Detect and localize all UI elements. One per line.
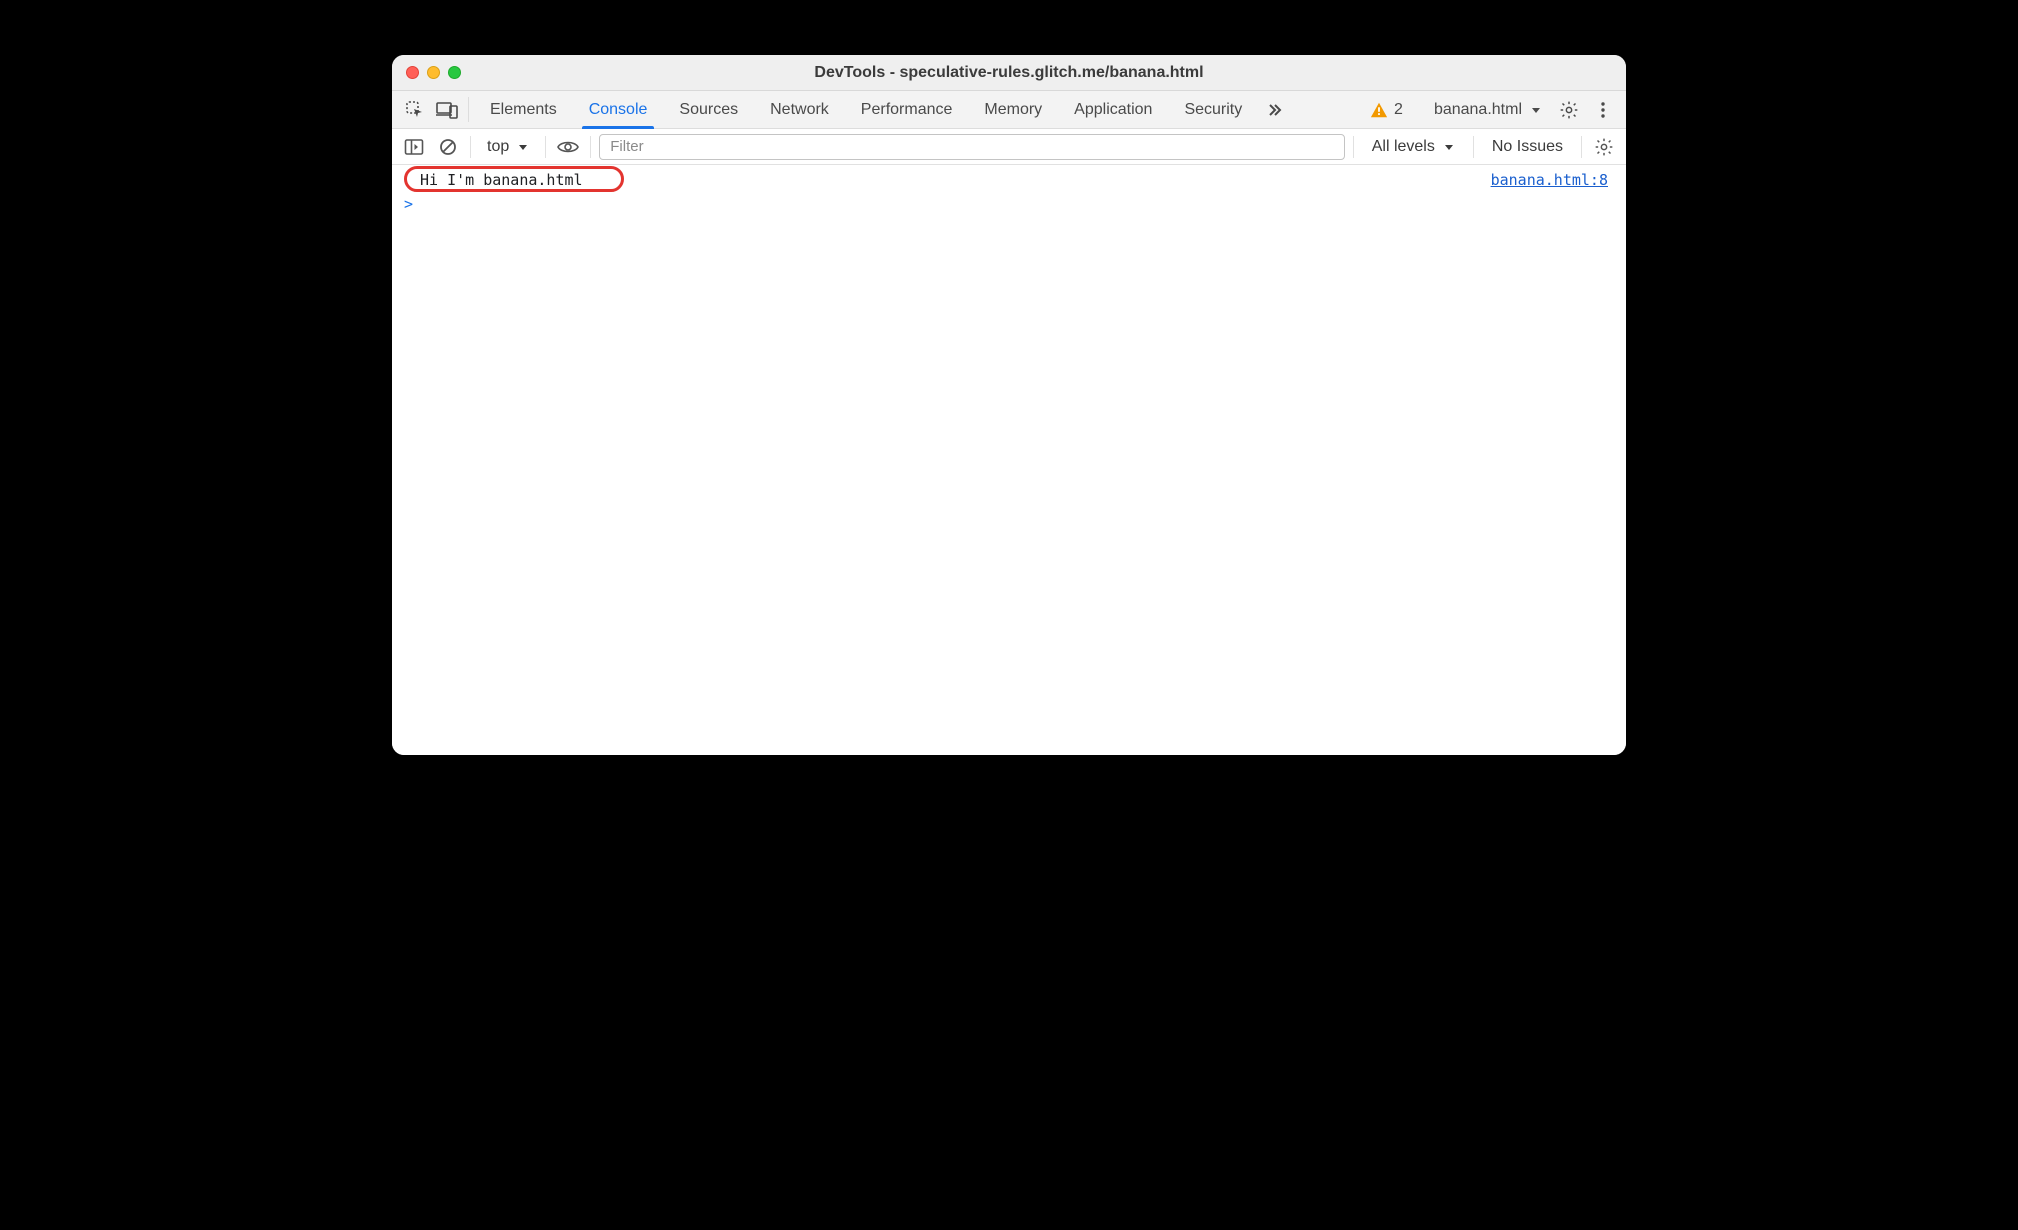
warning-icon (1370, 101, 1388, 119)
window-zoom-button[interactable] (448, 66, 461, 79)
context-dropdown[interactable]: top (479, 138, 537, 156)
tab-label: Console (589, 101, 648, 119)
issues-status[interactable]: No Issues (1482, 138, 1573, 156)
prompt-caret-icon: > (404, 195, 413, 213)
window-close-button[interactable] (406, 66, 419, 79)
tab-sources[interactable]: Sources (664, 91, 753, 128)
log-text: Hi I'm banana.html (420, 171, 583, 189)
titlebar: DevTools - speculative-rules.glitch.me/b… (392, 55, 1626, 91)
tab-label: Performance (861, 101, 953, 119)
console-log-row: Hi I'm banana.html banana.html:8 (392, 165, 1626, 193)
divider (470, 136, 471, 158)
chevron-down-icon (517, 141, 529, 153)
log-levels-dropdown[interactable]: All levels (1362, 138, 1465, 156)
context-name: top (487, 138, 509, 156)
warnings-count: 2 (1394, 101, 1403, 119)
tab-elements[interactable]: Elements (475, 91, 572, 128)
traffic-lights (406, 66, 461, 79)
devtools-window: DevTools - speculative-rules.glitch.me/b… (392, 55, 1626, 755)
target-dropdown[interactable]: banana.html (1426, 101, 1550, 119)
tab-performance[interactable]: Performance (846, 91, 968, 128)
target-name: banana.html (1434, 101, 1522, 119)
console-output: Hi I'm banana.html banana.html:8 > (392, 165, 1626, 755)
divider (1581, 136, 1582, 158)
inspect-element-icon[interactable] (400, 91, 430, 128)
divider (545, 136, 546, 158)
levels-label: All levels (1372, 138, 1435, 156)
console-toolbar: top All levels No Issues (392, 129, 1626, 165)
console-settings-gear-icon[interactable] (1590, 133, 1618, 161)
divider (1353, 136, 1354, 158)
window-minimize-button[interactable] (427, 66, 440, 79)
warnings-badge[interactable]: 2 (1364, 101, 1409, 119)
divider (468, 97, 469, 122)
settings-gear-icon[interactable] (1554, 100, 1584, 120)
tab-console[interactable]: Console (574, 91, 663, 128)
chevron-down-icon (1530, 104, 1542, 116)
window-title: DevTools - speculative-rules.glitch.me/b… (392, 64, 1626, 82)
tab-label: Security (1184, 101, 1242, 119)
tab-application[interactable]: Application (1059, 91, 1167, 128)
device-toolbar-icon[interactable] (432, 91, 462, 128)
live-expression-eye-icon[interactable] (554, 133, 582, 161)
tab-label: Sources (679, 101, 738, 119)
clear-console-icon[interactable] (434, 133, 462, 161)
console-filter-input[interactable] (599, 134, 1344, 160)
more-tabs-icon[interactable] (1259, 91, 1289, 128)
chevron-down-icon (1443, 141, 1455, 153)
more-menu-icon[interactable] (1588, 101, 1618, 119)
tab-security[interactable]: Security (1169, 91, 1257, 128)
tab-label: Memory (984, 101, 1042, 119)
console-log-source-link[interactable]: banana.html:8 (1491, 171, 1608, 189)
tab-network[interactable]: Network (755, 91, 844, 128)
devtools-tabs: Elements Console Sources Network Perform… (392, 91, 1626, 129)
tab-label: Application (1074, 101, 1152, 119)
tab-label: Elements (490, 101, 557, 119)
toggle-sidebar-icon[interactable] (400, 133, 428, 161)
tab-label: Network (770, 101, 829, 119)
divider (590, 136, 591, 158)
tabs-right-cluster: 2 banana.html (1351, 91, 1618, 128)
console-log-message: Hi I'm banana.html (420, 171, 583, 189)
tab-memory[interactable]: Memory (969, 91, 1057, 128)
console-prompt[interactable]: > (392, 193, 1626, 217)
divider (1473, 136, 1474, 158)
